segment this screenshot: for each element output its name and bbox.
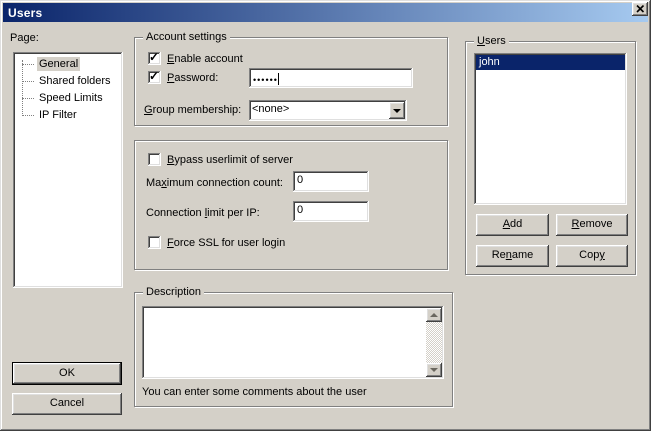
connection-limit-per-ip-input[interactable]: 0 bbox=[293, 201, 369, 222]
description-textarea[interactable] bbox=[142, 306, 444, 379]
page-tree[interactable]: General Shared folders Speed Limits IP F… bbox=[13, 52, 123, 288]
ok-button[interactable]: OK bbox=[12, 362, 122, 385]
users-group-title: Users bbox=[474, 35, 509, 47]
bypass-userlimit-checkbox[interactable]: ✓ bbox=[148, 153, 161, 166]
account-settings-group: Account settings ✓ Enable account ✓ Pass… bbox=[134, 37, 448, 126]
enable-account-label: Enable account bbox=[167, 53, 243, 65]
users-listbox[interactable]: john bbox=[474, 53, 627, 205]
scroll-up-button[interactable] bbox=[426, 308, 442, 322]
add-user-button[interactable]: Add bbox=[476, 214, 549, 236]
chevron-down-icon bbox=[393, 109, 401, 113]
checkmark-icon: ✓ bbox=[149, 50, 159, 64]
users-group: Users john Add Remove Rename Copy bbox=[465, 41, 636, 275]
description-scrollbar[interactable] bbox=[426, 308, 442, 377]
group-membership-value: <none> bbox=[252, 103, 289, 115]
connection-settings-group: ✓ Bypass userlimit of server Maximum con… bbox=[134, 140, 448, 270]
tree-item-ip-filter[interactable]: IP Filter bbox=[13, 107, 79, 123]
checkmark-icon: ✓ bbox=[149, 69, 159, 83]
tree-branch-line bbox=[22, 81, 34, 82]
copy-user-button[interactable]: Copy bbox=[556, 245, 628, 267]
users-dialog: Users Page: General Shared folders Speed… bbox=[0, 0, 651, 431]
description-group: Description You can enter some comments … bbox=[134, 292, 453, 407]
tree-branch-line bbox=[22, 115, 34, 116]
group-membership-label: Group membership: bbox=[144, 104, 241, 116]
dropdown-button[interactable] bbox=[389, 102, 405, 119]
description-hint: You can enter some comments about the us… bbox=[142, 386, 367, 398]
user-list-item[interactable]: john bbox=[476, 55, 625, 70]
arrow-down-icon bbox=[430, 368, 438, 372]
text-caret bbox=[278, 73, 279, 85]
close-icon bbox=[636, 5, 645, 13]
scroll-down-button[interactable] bbox=[426, 363, 442, 377]
rename-user-button[interactable]: Rename bbox=[476, 245, 549, 267]
tree-item-speed-limits[interactable]: Speed Limits bbox=[13, 90, 105, 106]
max-connection-count-input[interactable]: 0 bbox=[293, 171, 369, 192]
titlebar[interactable]: Users bbox=[3, 3, 648, 22]
force-ssl-checkbox[interactable]: ✓ bbox=[148, 236, 161, 249]
password-input[interactable]: •••••• bbox=[249, 68, 413, 88]
password-label: Password: bbox=[167, 72, 218, 84]
connection-limit-per-ip-label: Connection limit per IP: bbox=[146, 207, 260, 219]
max-connection-count-label: Maximum connection count: bbox=[146, 177, 283, 189]
arrow-up-icon bbox=[430, 313, 438, 317]
description-title: Description bbox=[143, 286, 204, 298]
account-settings-title: Account settings bbox=[143, 31, 230, 43]
remove-user-button[interactable]: Remove bbox=[556, 214, 628, 236]
group-membership-select[interactable]: <none> bbox=[249, 100, 407, 121]
tree-branch-line bbox=[22, 64, 34, 65]
enable-account-checkbox[interactable]: ✓ bbox=[148, 52, 161, 65]
close-button[interactable] bbox=[632, 2, 648, 16]
page-label: Page: bbox=[10, 32, 39, 44]
tree-branch-line bbox=[22, 98, 34, 99]
user-name: john bbox=[479, 56, 500, 68]
tree-item-general[interactable]: General bbox=[13, 56, 80, 72]
tree-item-shared-folders[interactable]: Shared folders bbox=[13, 73, 113, 89]
cancel-button[interactable]: Cancel bbox=[12, 393, 122, 415]
bypass-userlimit-label: Bypass userlimit of server bbox=[167, 154, 293, 166]
window-title: Users bbox=[8, 6, 42, 20]
password-checkbox[interactable]: ✓ bbox=[148, 71, 161, 84]
password-masked-value: •••••• bbox=[253, 75, 278, 85]
force-ssl-label: Force SSL for user login bbox=[167, 237, 285, 249]
